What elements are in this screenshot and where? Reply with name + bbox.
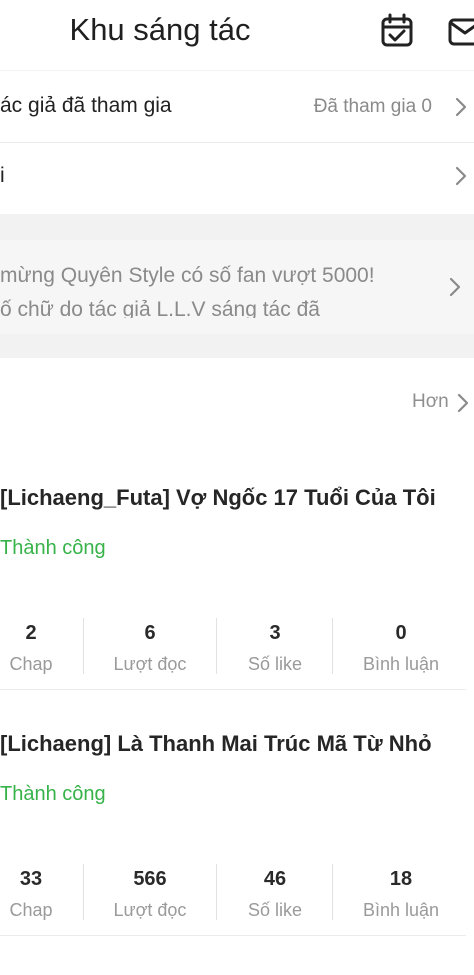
work-divider xyxy=(0,689,466,690)
announcement-line-1: mừng Quyên Style có số fan vượt 5000! xyxy=(0,264,375,287)
work-title: [Lichaeng] Là Thanh Mai Trúc Mã Từ Nhỏ xyxy=(0,731,432,756)
menu-row-label: i xyxy=(0,164,5,187)
chevron-right-icon xyxy=(454,165,468,187)
stat-chap-label: Chap xyxy=(9,654,53,674)
section-separator xyxy=(0,214,474,240)
stat-likes-value: 46 xyxy=(263,868,287,890)
work-divider xyxy=(0,935,466,936)
menu-row-label: ác giả đã tham gia xyxy=(0,94,172,117)
stat-likes-value: 3 xyxy=(269,622,281,644)
stat-reads-value: 6 xyxy=(144,622,156,644)
stat-divider xyxy=(332,864,333,920)
stat-reads-value: 566 xyxy=(133,868,167,890)
stat-chap-value: 2 xyxy=(25,622,37,644)
page-title: Khu sáng tác xyxy=(69,12,251,47)
stat-comments-label: Bình luận xyxy=(362,900,440,920)
menu-row-authors[interactable]: ác giả đã tham gia Đã tham gia 0 xyxy=(0,72,474,142)
work-item[interactable]: [Lichaeng_Futa] Vợ Ngốc 17 Tuổi Của Tôi … xyxy=(0,470,474,690)
stat-comments-label: Bình luận xyxy=(362,654,440,674)
menu-row-value: Đã tham gia 0 xyxy=(313,96,432,117)
work-title: [Lichaeng_Futa] Vợ Ngốc 17 Tuổi Của Tôi xyxy=(0,485,436,510)
stat-divider xyxy=(332,618,333,674)
announcement-line-2: ố chữ do tác giả L.L.V sáng tác đã xyxy=(0,298,320,318)
work-status: Thành công xyxy=(0,537,106,559)
menu-row-second[interactable]: i xyxy=(0,143,474,213)
stat-reads-label: Lượt đọc xyxy=(113,900,187,920)
calendar-check-icon[interactable] xyxy=(378,12,416,50)
stat-comments-value: 0 xyxy=(395,622,407,644)
section-separator xyxy=(0,334,474,358)
stat-likes-label: Số like xyxy=(247,900,303,920)
work-item[interactable]: [Lichaeng] Là Thanh Mai Trúc Mã Từ Nhỏ T… xyxy=(0,716,474,936)
stat-divider xyxy=(216,618,217,674)
stat-divider xyxy=(216,864,217,920)
work-status: Thành công xyxy=(0,783,106,805)
stat-comments-value: 18 xyxy=(389,868,413,890)
mail-icon[interactable] xyxy=(446,12,474,50)
stat-likes-label: Số like xyxy=(247,654,303,674)
stat-divider xyxy=(83,618,84,674)
more-label: Hơn xyxy=(412,391,449,412)
stat-chap-value: 33 xyxy=(19,868,43,890)
chevron-right-icon xyxy=(456,392,470,414)
chevron-right-icon xyxy=(454,96,468,118)
announcement-banner[interactable]: mừng Quyên Style có số fan vượt 5000! ố … xyxy=(0,240,474,334)
chevron-right-icon xyxy=(448,276,462,298)
header-divider xyxy=(0,70,474,71)
stat-divider xyxy=(83,864,84,920)
top-header: Khu sáng tác xyxy=(0,0,474,66)
stat-reads-label: Lượt đọc xyxy=(113,654,187,674)
stat-chap-label: Chap xyxy=(9,900,53,920)
more-link[interactable]: Hơn xyxy=(404,389,474,417)
